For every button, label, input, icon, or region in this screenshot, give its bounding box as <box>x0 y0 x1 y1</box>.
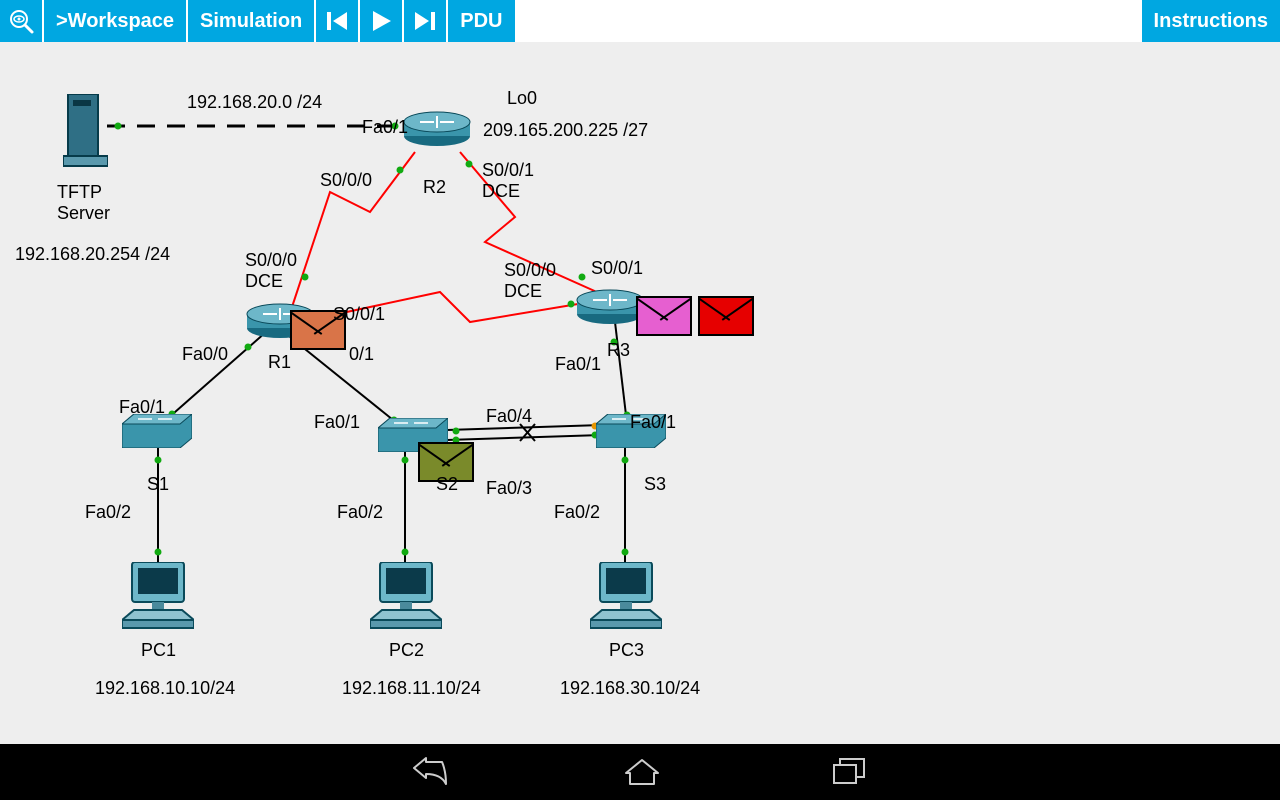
link-dot <box>453 428 460 435</box>
inspect-button[interactable] <box>0 0 44 42</box>
topology-canvas[interactable]: TFTP Server 192.168.20.254 /24 192.168.2… <box>0 42 1280 744</box>
label-pc2-ip: 192.168.11.10/24 <box>342 678 481 699</box>
top-toolbar: >Workspace Simulation PDU Instructions <box>0 0 1280 42</box>
topology-links-layer <box>0 42 1280 744</box>
link-dot <box>155 549 162 556</box>
label-r2-s001-dce: S0/0/1 DCE <box>482 160 534 202</box>
link-dot <box>579 274 586 281</box>
pc-pc3[interactable] <box>590 562 662 632</box>
link-dot <box>402 549 409 556</box>
link-dot <box>568 301 575 308</box>
label-s1-fa01: Fa0/1 <box>119 397 165 418</box>
label-r3-fa01: Fa0/1 <box>555 354 601 375</box>
label-s2-fa01: Fa0/1 <box>314 412 360 433</box>
router-r2[interactable] <box>402 108 472 148</box>
link-dot <box>155 457 162 464</box>
label-r2-lo0: Lo0 <box>507 88 537 109</box>
label-r2-s000: S0/0/0 <box>320 170 372 191</box>
magnifier-eye-icon <box>7 7 35 35</box>
toolbar-spacer <box>517 0 1142 42</box>
step-back-icon <box>324 8 350 34</box>
link-dot <box>466 161 473 168</box>
link-dot <box>622 549 629 556</box>
pc-pc2[interactable] <box>370 562 442 632</box>
label-r2-fa01: Fa0/1 <box>362 117 408 138</box>
label-s1-fa02: Fa0/2 <box>85 502 131 523</box>
label-s2-fa02: Fa0/2 <box>337 502 383 523</box>
nav-recent-button[interactable] <box>832 757 868 787</box>
step-forward-button[interactable] <box>404 0 448 42</box>
label-tftp-ip: 192.168.20.254 /24 <box>15 244 170 265</box>
label-s3-name: S3 <box>644 474 666 495</box>
label-r1-s001: S0/0/1 <box>333 304 385 325</box>
label-r1-fa01-lower: 0/1 <box>349 344 374 365</box>
label-r2-name: R2 <box>423 177 446 198</box>
label-r3-name: R3 <box>607 340 630 361</box>
back-icon <box>412 756 452 788</box>
label-pc3-name: PC3 <box>609 640 644 661</box>
link-dot <box>622 457 629 464</box>
label-r3-s001: S0/0/1 <box>591 258 643 279</box>
label-s2-fa03: Fa0/3 <box>486 478 532 499</box>
label-pc1-ip: 192.168.10.10/24 <box>95 678 235 699</box>
label-pc1-name: PC1 <box>141 640 176 661</box>
label-s3-fa02: Fa0/2 <box>554 502 600 523</box>
recent-apps-icon <box>832 757 868 787</box>
label-s2-name: S2 <box>436 474 458 495</box>
link-dot <box>397 167 404 174</box>
step-forward-icon <box>412 8 438 34</box>
label-s2-fa04: Fa0/4 <box>486 406 532 427</box>
label-net-tftp-r2: 192.168.20.0 /24 <box>187 92 322 113</box>
play-icon <box>368 8 394 34</box>
step-back-button[interactable] <box>316 0 360 42</box>
label-s1-name: S1 <box>147 474 169 495</box>
android-navbar <box>0 744 1280 800</box>
pdu-envelope-r3-b[interactable] <box>698 296 754 336</box>
label-r1-s000-dce: S0/0/0 DCE <box>245 250 297 292</box>
home-icon <box>622 756 662 788</box>
pdu-button[interactable]: PDU <box>448 0 516 42</box>
label-r2-lo0-ip: 209.165.200.225 /27 <box>483 120 648 141</box>
nav-back-button[interactable] <box>412 756 452 788</box>
link-dot <box>245 344 252 351</box>
link-dot <box>402 457 409 464</box>
label-r1-fa00: Fa0/0 <box>182 344 228 365</box>
label-s3-fa01: Fa0/1 <box>630 412 676 433</box>
simulation-button[interactable]: Simulation <box>188 0 316 42</box>
label-r1-name: R1 <box>268 352 291 373</box>
server-tftp[interactable] <box>63 94 108 174</box>
play-button[interactable] <box>360 0 404 42</box>
link-dot <box>302 274 309 281</box>
link-dot <box>115 123 122 130</box>
switch-s1[interactable] <box>122 414 192 448</box>
instructions-button[interactable]: Instructions <box>1142 0 1280 42</box>
nav-home-button[interactable] <box>622 756 662 788</box>
label-tftp-name: TFTP Server <box>57 182 110 224</box>
label-pc3-ip: 192.168.30.10/24 <box>560 678 700 699</box>
workspace-button[interactable]: >Workspace <box>44 0 188 42</box>
pdu-envelope-r3-a[interactable] <box>636 296 692 336</box>
label-r3-s000-dce: S0/0/0 DCE <box>504 260 556 302</box>
router-r3[interactable] <box>575 286 645 326</box>
label-pc2-name: PC2 <box>389 640 424 661</box>
pc-pc1[interactable] <box>122 562 194 632</box>
